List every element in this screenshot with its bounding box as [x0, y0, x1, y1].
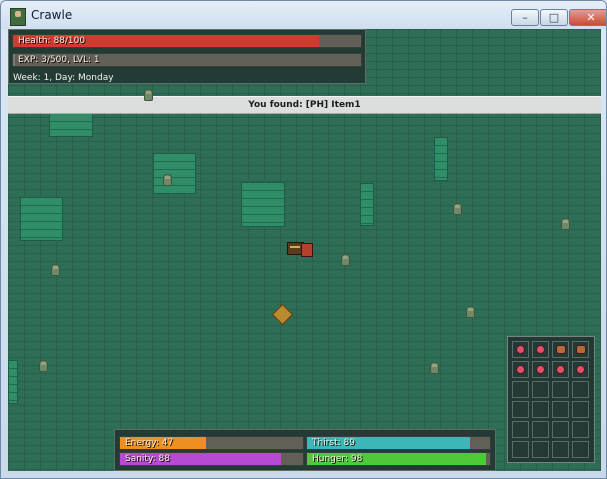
status-panel-bottom: Energy: 47 Thirst: 89 Sanity: 88 Hunger:… [114, 429, 496, 471]
window-title: Crawle [31, 8, 73, 22]
energy-label: Energy: 47 [125, 438, 174, 448]
inventory-slot[interactable] [512, 441, 529, 458]
gem-icon [516, 345, 525, 354]
wall-block [49, 113, 93, 137]
inventory-slot[interactable] [552, 381, 569, 398]
wall-block [20, 197, 63, 241]
inventory-grid [507, 336, 595, 463]
zombie-sprite[interactable] [39, 360, 48, 372]
inventory-slot[interactable] [572, 341, 589, 358]
thirst-bar: Thirst: 89 [306, 436, 491, 450]
inventory-slot[interactable] [552, 421, 569, 438]
energy-bar: Energy: 47 [119, 436, 304, 450]
inventory-slot[interactable] [512, 381, 529, 398]
inventory-slot[interactable] [512, 341, 529, 358]
inventory-slot[interactable] [532, 361, 549, 378]
inventory-slot[interactable] [572, 441, 589, 458]
week-day-label: Week: 1, Day: Monday [13, 73, 114, 83]
inventory-slot[interactable] [572, 401, 589, 418]
thirst-label: Thirst: 89 [312, 438, 355, 448]
potion-icon [555, 345, 566, 354]
minimize-button[interactable]: – [511, 9, 539, 26]
inventory-slot[interactable] [572, 361, 589, 378]
zombie-sprite[interactable] [144, 89, 153, 101]
inventory-slot[interactable] [572, 381, 589, 398]
health-bar: Health: 88/100 [12, 34, 362, 48]
inventory-slot[interactable] [532, 441, 549, 458]
exp-label: EXP: 3/500, LVL: 1 [18, 55, 100, 65]
zombie-sprite[interactable] [466, 306, 475, 318]
wall-block [360, 183, 374, 226]
inventory-slot[interactable] [572, 421, 589, 438]
inventory-slot[interactable] [532, 381, 549, 398]
inventory-slot[interactable] [532, 421, 549, 438]
hunger-bar: Hunger: 98 [306, 452, 491, 466]
inventory-slot[interactable] [552, 441, 569, 458]
wall-block [241, 182, 285, 227]
inventory-slot[interactable] [512, 401, 529, 418]
app-icon [10, 8, 26, 26]
maximize-button[interactable]: □ [540, 9, 568, 26]
inventory-slot[interactable] [512, 361, 529, 378]
exp-fill [13, 54, 16, 66]
game-viewport[interactable]: Health: 88/100 EXP: 3/500, LVL: 1 Week: … [8, 29, 601, 471]
potion-icon [575, 345, 586, 354]
zombie-sprite[interactable] [163, 174, 172, 186]
hunger-label: Hunger: 98 [312, 454, 363, 464]
game-window: Crawle – □ ✕ Health: 88/100 EXP: 3/500, … [0, 0, 607, 479]
inventory-slot[interactable] [512, 421, 529, 438]
inventory-slot[interactable] [532, 401, 549, 418]
wall-block [434, 137, 448, 181]
sanity-label: Sanity: 88 [125, 454, 170, 464]
wall-block [153, 153, 196, 194]
sanity-bar: Sanity: 88 [119, 452, 304, 466]
gem-icon [516, 365, 525, 374]
health-label: Health: 88/100 [18, 36, 86, 46]
wall-block [8, 360, 18, 404]
gem-icon [536, 365, 545, 374]
gem-icon [556, 365, 565, 374]
status-panel-top: Health: 88/100 EXP: 3/500, LVL: 1 Week: … [8, 29, 366, 84]
item-found-banner: You found: [PH] Item1 [8, 96, 601, 114]
item-found-text: You found: [PH] Item1 [248, 100, 361, 110]
inventory-slot[interactable] [532, 341, 549, 358]
titlebar: Crawle – □ ✕ [1, 1, 606, 29]
close-button[interactable]: ✕ [569, 9, 606, 26]
inventory-slot[interactable] [552, 361, 569, 378]
zombie-sprite[interactable] [561, 218, 570, 230]
inventory-slot[interactable] [552, 341, 569, 358]
gem-icon [536, 345, 545, 354]
player-sprite [301, 243, 313, 257]
exp-bar: EXP: 3/500, LVL: 1 [12, 53, 362, 67]
zombie-sprite[interactable] [430, 362, 439, 374]
inventory-slot[interactable] [552, 401, 569, 418]
zombie-sprite[interactable] [51, 264, 60, 276]
zombie-sprite[interactable] [453, 203, 462, 215]
zombie-sprite[interactable] [341, 254, 350, 266]
gem-icon [576, 365, 585, 374]
